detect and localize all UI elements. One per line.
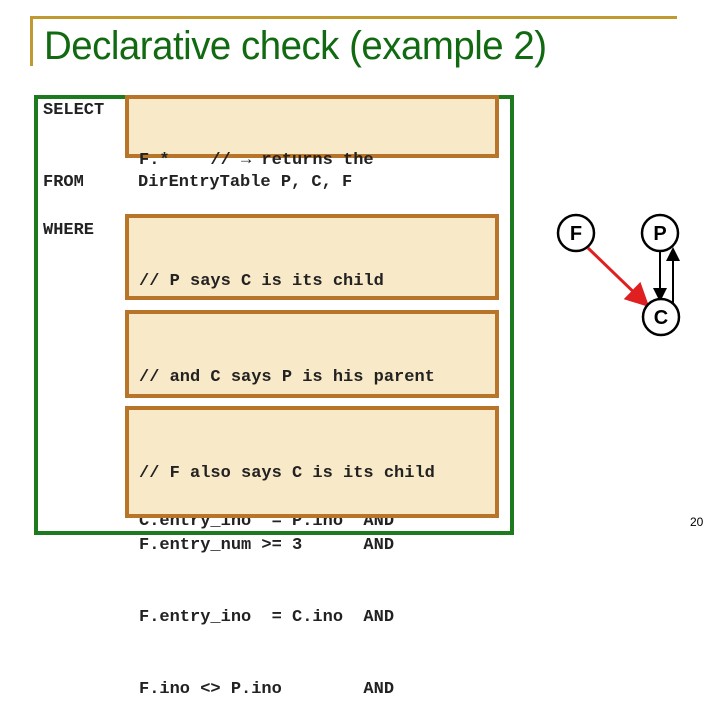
where-line: // F also says C is its child xyxy=(139,464,435,483)
select-line: F.* // → returns the xyxy=(139,151,374,170)
node-p xyxy=(640,213,680,253)
node-f-label: F xyxy=(570,223,582,245)
where-line: F.entry_num >= 3 AND xyxy=(139,536,395,555)
from-keyword: FROM xyxy=(43,173,84,192)
where-keyword: WHERE xyxy=(43,221,95,240)
accent-line-top xyxy=(30,16,677,19)
where-line: // and C says P is his parent xyxy=(139,368,435,387)
where-line: F.ino <> P.ino AND xyxy=(139,680,395,699)
accent-line-left xyxy=(30,16,33,66)
node-f xyxy=(556,213,596,253)
node-c-label: C xyxy=(654,307,668,329)
where-box-f-child: // F also says C is its child F.entry_nu… xyxy=(125,406,499,699)
node-c xyxy=(641,297,681,337)
from-clause: DirEntryTable P, C, F xyxy=(138,173,353,192)
slide-title: Declarative check (example 2) xyxy=(44,24,547,68)
node-p-label: P xyxy=(653,223,666,245)
where-box-c-parent: // and C says P is his parent C.entry_nu… xyxy=(125,310,499,531)
where-line: F.entry_ino = C.ino AND xyxy=(139,608,395,627)
select-box: F.* // → returns the // false parent(s) xyxy=(125,95,499,242)
where-box-p-child: // P says C is its child P.entry_num >= … xyxy=(125,214,499,435)
page-number: 20 xyxy=(690,515,704,529)
edge-f-to-c xyxy=(586,246,650,308)
select-keyword: SELECT xyxy=(43,101,105,120)
where-line: // P says C is its child xyxy=(139,272,384,291)
